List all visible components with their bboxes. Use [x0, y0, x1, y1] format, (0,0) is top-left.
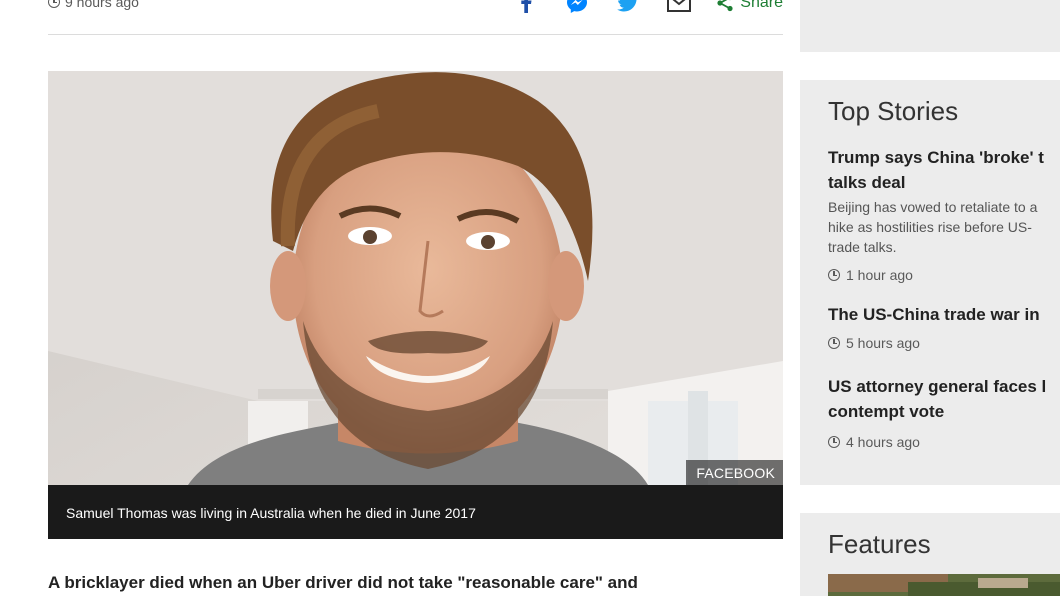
article-meta-row: 9 hours ago Share — [48, 0, 783, 35]
story-title-line: Trump says China 'broke' t — [828, 148, 1044, 167]
story-title[interactable]: US attorney general faces l contempt vot… — [828, 374, 1060, 424]
story-title-line: contempt vote — [828, 402, 945, 421]
story-timestamp: 1 hour ago — [828, 267, 1060, 283]
story-title-line: US attorney general faces l — [828, 377, 1047, 396]
story-title[interactable]: Trump says China 'broke' t talks deal — [828, 145, 1060, 195]
image-credit: FACEBOOK — [686, 460, 783, 485]
email-icon[interactable] — [666, 0, 692, 14]
clock-icon — [828, 436, 840, 448]
story-timestamp: 4 hours ago — [828, 434, 1060, 450]
top-story-item[interactable]: US attorney general faces l contempt vot… — [828, 374, 1060, 450]
clock-icon — [48, 0, 60, 8]
portrait-photo — [48, 71, 783, 485]
article-lede: A bricklayer died when an Uber driver di… — [48, 573, 638, 592]
story-summary-line: hike as hostilities rise before US- — [828, 219, 1032, 235]
top-story-item[interactable]: Trump says China 'broke' t talks deal Be… — [828, 145, 1060, 283]
story-title-line: talks deal — [828, 173, 906, 192]
image-caption: Samuel Thomas was living in Australia wh… — [48, 485, 783, 539]
story-summary-line: trade talks. — [828, 239, 897, 255]
top-story-item[interactable]: The US-China trade war in 5 hours ago — [828, 302, 1060, 351]
story-summary-line: Beijing has vowed to retaliate to a — [828, 199, 1038, 215]
sidebar-top-panel — [800, 0, 1060, 52]
features-panel: Features — [800, 513, 1060, 596]
story-time-text: 5 hours ago — [846, 335, 920, 351]
timestamp-text: 9 hours ago — [65, 0, 139, 10]
story-title-line: The US-China trade war in — [828, 305, 1040, 324]
top-stories-heading: Top Stories — [828, 96, 959, 126]
article-hero-image: FACEBOOK — [48, 71, 783, 485]
share-button[interactable]: Share — [716, 0, 783, 12]
article-timestamp: 9 hours ago — [48, 0, 139, 10]
share-icon — [717, 0, 733, 12]
clock-icon — [828, 337, 840, 349]
clock-icon — [828, 269, 840, 281]
top-stories-panel: Top Stories Trump says China 'broke' t t… — [800, 80, 1060, 485]
share-tools: Share — [488, 0, 783, 14]
features-heading: Features — [828, 529, 931, 559]
story-title[interactable]: The US-China trade war in — [828, 302, 1060, 327]
share-label: Share — [740, 0, 783, 11]
facebook-icon[interactable] — [513, 0, 539, 14]
story-timestamp: 5 hours ago — [828, 335, 1060, 351]
story-time-text: 1 hour ago — [846, 267, 913, 283]
twitter-icon[interactable] — [615, 0, 641, 14]
messenger-icon[interactable] — [564, 0, 590, 14]
feature-thumbnail[interactable] — [828, 574, 1060, 596]
story-summary: Beijing has vowed to retaliate to a hike… — [828, 197, 1060, 257]
story-time-text: 4 hours ago — [846, 434, 920, 450]
